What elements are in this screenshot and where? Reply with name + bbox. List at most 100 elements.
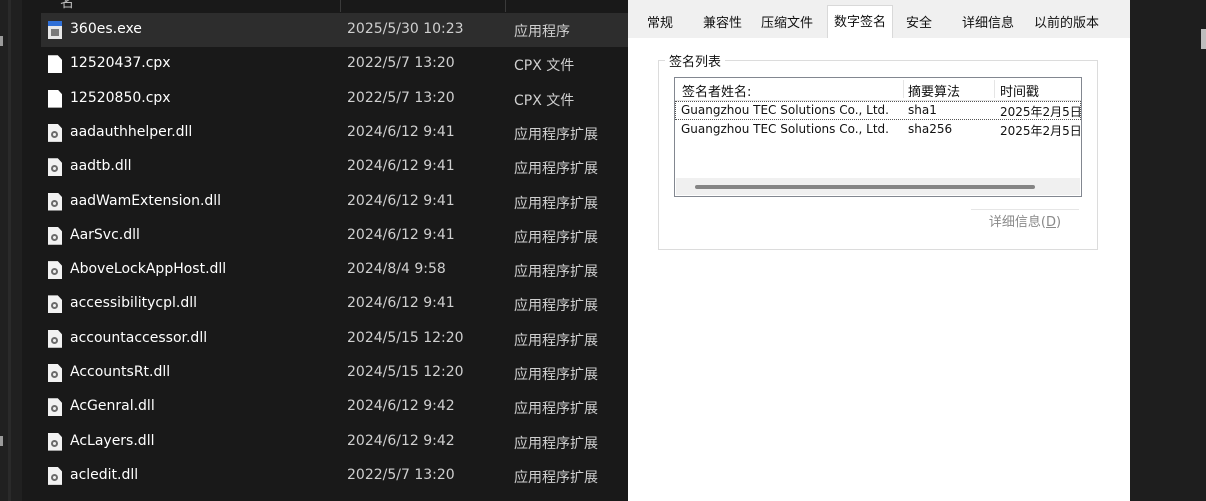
file-type: 应用程序扩展	[514, 367, 598, 383]
file-name: aadWamExtension.dll	[70, 192, 222, 209]
signature-list-group: 签名列表 签名者姓名: 摘要算法 时间戳 Guangzhou TEC Solut…	[658, 51, 1098, 250]
file-type: 应用程序扩展	[514, 435, 598, 452]
file-row[interactable]: 12520437.cpx 2022/5/7 13:20 CPX 文件	[41, 47, 628, 81]
file-date-modified: 2024/6/12 9:41	[347, 192, 455, 209]
file-row[interactable]: AccountsRt.dll 2024/5/15 12:20 应用程序扩展	[41, 356, 628, 390]
column-header-signer[interactable]: 签名者姓名:	[682, 81, 751, 100]
dll-icon	[48, 398, 62, 417]
file-name: AarSvc.dll	[70, 226, 140, 243]
exe-icon	[48, 21, 62, 39]
file-row[interactable]: 12520850.cpx 2022/5/7 13:20 CPX 文件	[41, 82, 628, 116]
signer-name: Guangzhou TEC Solutions Co., Ltd.	[681, 122, 889, 136]
dll-icon	[48, 432, 62, 451]
column-divider[interactable]	[994, 80, 995, 98]
file-name: acledit.dll	[70, 466, 139, 483]
details-button-accel: D	[1046, 215, 1057, 230]
file-row[interactable]: AcLayers.dll 2024/6/12 9:42 应用程序扩展	[41, 425, 628, 459]
file-type: 应用程序扩展	[514, 298, 598, 315]
signature-row[interactable]: Guangzhou TEC Solutions Co., Ltd. sha1 2…	[675, 101, 1082, 120]
tab-bar: 常规 兼容性 压缩文件 数字签名 安全 详细信息 以前的版本	[628, 0, 1130, 40]
column-divider[interactable]	[340, 0, 341, 12]
scrollbar-thumb[interactable]	[1201, 29, 1206, 49]
file-icon	[48, 89, 62, 108]
file-row[interactable]: aadWamExtension.dll 2024/6/12 9:41 应用程序扩展	[41, 185, 628, 219]
file-date-modified: 2024/8/4 9:58	[347, 261, 446, 278]
signature-list-label: 签名列表	[665, 51, 726, 70]
file-date-modified: 2024/6/12 9:42	[347, 432, 455, 449]
nav-marker	[0, 36, 3, 46]
file-type: 应用程序扩展	[514, 264, 598, 281]
file-name: 12520850.cpx	[70, 89, 171, 106]
column-header-name[interactable]: 名	[60, 0, 74, 12]
properties-dialog: 常规 兼容性 压缩文件 数字签名 安全 详细信息 以前的版本 签名列表 签名者姓…	[628, 0, 1130, 501]
details-button[interactable]: 详细信息(D)	[971, 209, 1079, 237]
file-type: 应用程序扩展	[514, 401, 598, 418]
file-row[interactable]: accountaccessor.dll 2024/5/15 12:20 应用程序扩展	[41, 322, 628, 356]
file-row[interactable]: accessibilitycpl.dll 2024/6/12 9:41 应用程序扩展	[41, 287, 628, 321]
file-row[interactable]: aadauthhelper.dll 2024/6/12 9:41 应用程序扩展	[41, 116, 628, 150]
file-type: 应用程序扩展	[514, 332, 598, 349]
navigation-pane-edge	[0, 0, 22, 501]
file-type: CPX 文件	[514, 92, 575, 109]
file-date-modified: 2022/5/7 13:20	[347, 89, 455, 106]
file-date-modified: 2022/5/7 13:20	[347, 55, 455, 72]
dll-icon	[48, 226, 62, 245]
file-icon	[48, 55, 62, 74]
nav-marker	[0, 436, 3, 446]
dll-icon	[48, 364, 62, 382]
file-name: AccountsRt.dll	[70, 364, 171, 380]
tab-digital-signatures[interactable]: 数字签名	[827, 5, 894, 40]
file-date-modified: 2024/6/12 9:42	[347, 398, 455, 415]
dll-icon	[48, 466, 62, 485]
file-row[interactable]: AboveLockAppHost.dll 2024/8/4 9:58 应用程序扩展	[41, 253, 628, 287]
tab-archive[interactable]: 压缩文件	[761, 12, 813, 31]
dll-icon	[48, 158, 62, 177]
scrollbar-thumb[interactable]	[695, 185, 1035, 189]
horizontal-scrollbar[interactable]	[676, 178, 1080, 195]
tab-details[interactable]: 详细信息	[962, 12, 1014, 31]
column-header-timestamp[interactable]: 时间戳	[1000, 81, 1039, 100]
file-row[interactable]: 360es.exe 2025/5/30 10:23 应用程序	[41, 13, 628, 47]
file-name: AcLayers.dll	[70, 432, 155, 449]
dll-icon	[48, 123, 62, 142]
tab-compatibility[interactable]: 兼容性	[703, 12, 742, 31]
file-date-modified: 2024/6/12 9:41	[347, 295, 455, 312]
dll-icon	[48, 192, 62, 211]
file-type: 应用程序扩展	[514, 469, 598, 486]
signature-list[interactable]: 签名者姓名: 摘要算法 时间戳 Guangzhou TEC Solutions …	[674, 77, 1082, 197]
column-divider[interactable]	[903, 80, 904, 98]
file-name: 12520437.cpx	[70, 55, 171, 72]
tab-previous-versions[interactable]: 以前的版本	[1034, 12, 1099, 31]
file-row[interactable]: acledit.dll 2022/5/7 13:20 应用程序扩展	[41, 459, 628, 493]
timestamp: 2025年2月5日	[1000, 124, 1082, 138]
file-type: CPX 文件	[514, 58, 575, 75]
digital-signatures-panel: 签名列表 签名者姓名: 摘要算法 时间戳 Guangzhou TEC Solut…	[628, 38, 1130, 501]
file-name: AboveLockAppHost.dll	[70, 261, 227, 278]
file-name: accessibilitycpl.dll	[70, 295, 197, 312]
tab-security[interactable]: 安全	[906, 12, 932, 31]
file-name: AcGenral.dll	[70, 398, 155, 415]
digest-algorithm: sha1	[908, 103, 937, 117]
dll-icon	[48, 329, 62, 348]
timestamp: 2025年2月5日	[1000, 105, 1082, 119]
digest-algorithm: sha256	[908, 122, 953, 136]
column-divider[interactable]	[505, 0, 506, 12]
list-header: 签名者姓名: 摘要算法 时间戳	[675, 78, 1081, 101]
column-header-algorithm[interactable]: 摘要算法	[908, 81, 960, 100]
dll-icon	[48, 261, 62, 280]
file-name: 360es.exe	[70, 21, 142, 37]
file-date-modified: 2024/5/15 12:20	[347, 364, 464, 380]
file-name: aadtb.dll	[70, 158, 132, 175]
file-type: 应用程序扩展	[514, 195, 598, 212]
tab-general[interactable]: 常规	[647, 12, 673, 31]
file-explorer: 名 360es.exe 2025/5/30 10:23 应用程序 12520437.c…	[0, 0, 628, 501]
file-name: aadauthhelper.dll	[70, 123, 193, 140]
file-row[interactable]: AarSvc.dll 2024/6/12 9:41 应用程序扩展	[41, 219, 628, 253]
file-type: 应用程序扩展	[514, 126, 598, 143]
file-row[interactable]: AcGenral.dll 2024/6/12 9:42 应用程序扩展	[41, 390, 628, 424]
file-type: 应用程序扩展	[514, 161, 598, 178]
signature-row[interactable]: Guangzhou TEC Solutions Co., Ltd. sha256…	[675, 120, 1082, 139]
file-row[interactable]: aadtb.dll 2024/6/12 9:41 应用程序扩展	[41, 150, 628, 184]
nav-scrollbar[interactable]	[8, 0, 11, 501]
file-name: accountaccessor.dll	[70, 329, 208, 346]
